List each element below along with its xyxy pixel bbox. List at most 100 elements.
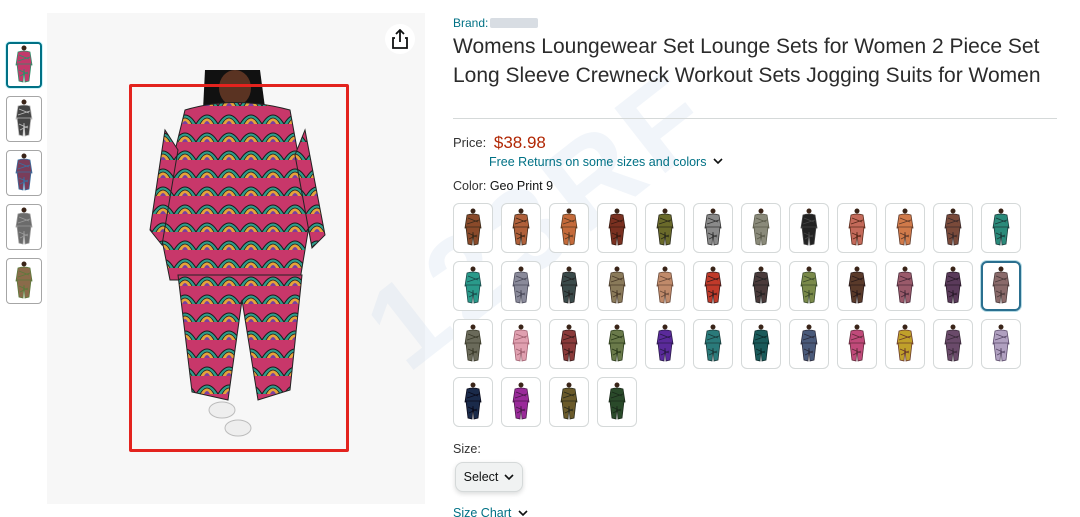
color-swatch[interactable] [693, 203, 733, 253]
color-swatch[interactable] [453, 203, 493, 253]
color-swatch[interactable] [501, 319, 541, 369]
swatch-image [560, 208, 578, 246]
swatch-image [464, 382, 482, 420]
color-swatch[interactable] [453, 261, 493, 311]
color-swatch[interactable] [645, 203, 685, 253]
color-swatch[interactable] [693, 319, 733, 369]
highlight-box [129, 84, 349, 452]
color-swatch[interactable] [645, 319, 685, 369]
free-returns-text: Free Returns on some sizes and colors [489, 155, 707, 169]
color-row: Color: Geo Print 9 [453, 179, 553, 193]
color-swatch[interactable] [933, 203, 973, 253]
chevron-down-icon [518, 510, 528, 517]
swatch-image [752, 324, 770, 362]
brand-name-redacted [490, 18, 539, 28]
swatch-image [944, 208, 962, 246]
color-swatch[interactable] [981, 203, 1021, 253]
share-button[interactable] [385, 24, 415, 54]
swatch-image [800, 324, 818, 362]
swatch-image [512, 324, 530, 362]
color-swatch[interactable] [789, 319, 829, 369]
swatch-image [704, 324, 722, 362]
swatch-image [800, 208, 818, 246]
color-swatch[interactable] [597, 377, 637, 427]
size-label: Size: [453, 442, 481, 456]
color-swatch[interactable] [837, 319, 877, 369]
thumbnail-image [15, 261, 33, 299]
swatch-image [656, 266, 674, 304]
swatch-image [848, 324, 866, 362]
color-swatch[interactable] [645, 261, 685, 311]
thumbnail-4[interactable] [6, 204, 42, 250]
free-returns-link[interactable]: Free Returns on some sizes and colors [489, 155, 723, 169]
brand-label: Brand: [453, 16, 489, 30]
color-swatch[interactable] [741, 261, 781, 311]
color-swatch[interactable] [597, 203, 637, 253]
color-swatch[interactable] [549, 261, 589, 311]
color-swatch[interactable] [693, 261, 733, 311]
thumbnail-image [15, 99, 33, 137]
swatch-image [752, 208, 770, 246]
price-value: $38.98 [493, 133, 546, 152]
color-swatch[interactable] [597, 261, 637, 311]
swatch-image [944, 266, 962, 304]
swatch-image [512, 382, 530, 420]
swatch-image [560, 382, 578, 420]
swatch-image [800, 266, 818, 304]
color-swatch[interactable] [453, 377, 493, 427]
price-label: Price: [453, 135, 487, 150]
color-swatch[interactable] [837, 261, 877, 311]
color-swatch[interactable] [549, 377, 589, 427]
size-chart-text: Size Chart [453, 506, 512, 517]
thumbnail-strip [6, 42, 44, 312]
color-swatch[interactable] [933, 319, 973, 369]
swatch-image [896, 324, 914, 362]
swatch-image [464, 324, 482, 362]
color-swatch[interactable] [885, 261, 925, 311]
swatch-image [944, 324, 962, 362]
price-row: Price: $38.98 [453, 133, 546, 153]
swatch-image [608, 208, 626, 246]
color-swatch[interactable] [885, 203, 925, 253]
color-swatch[interactable] [741, 203, 781, 253]
thumbnail-2[interactable] [6, 96, 42, 142]
swatch-image [560, 266, 578, 304]
color-swatch[interactable] [837, 203, 877, 253]
swatch-image [656, 208, 674, 246]
swatch-image [896, 266, 914, 304]
color-swatch[interactable] [933, 261, 973, 311]
color-swatch[interactable] [789, 261, 829, 311]
color-swatch[interactable] [885, 319, 925, 369]
color-swatch[interactable] [981, 319, 1021, 369]
swatch-image [608, 382, 626, 420]
color-swatch[interactable] [981, 261, 1021, 311]
swatch-image [752, 266, 770, 304]
brand-link[interactable]: Brand: [453, 16, 539, 30]
swatch-image [656, 324, 674, 362]
size-dropdown[interactable]: Select [455, 462, 523, 492]
color-swatch[interactable] [741, 319, 781, 369]
color-swatch[interactable] [789, 203, 829, 253]
color-swatch[interactable] [501, 377, 541, 427]
swatch-image [512, 266, 530, 304]
thumbnail-3[interactable] [6, 150, 42, 196]
swatch-image [608, 324, 626, 362]
thumbnail-5[interactable] [6, 258, 42, 304]
thumbnail-1[interactable] [6, 42, 42, 88]
swatch-image [992, 208, 1010, 246]
color-swatch[interactable] [453, 319, 493, 369]
color-swatch[interactable] [501, 203, 541, 253]
product-title: Womens Loungewear Set Lounge Sets for Wo… [453, 35, 1041, 87]
color-swatch[interactable] [597, 319, 637, 369]
thumbnail-image [15, 45, 33, 83]
share-icon [392, 29, 408, 49]
color-label: Color: [453, 179, 487, 193]
thumbnail-image [15, 153, 33, 191]
thumbnail-image [15, 207, 33, 245]
color-swatch[interactable] [549, 319, 589, 369]
size-chart-link[interactable]: Size Chart [453, 506, 528, 517]
swatch-image [464, 266, 482, 304]
color-swatch[interactable] [501, 261, 541, 311]
color-swatch[interactable] [549, 203, 589, 253]
swatch-image [608, 266, 626, 304]
